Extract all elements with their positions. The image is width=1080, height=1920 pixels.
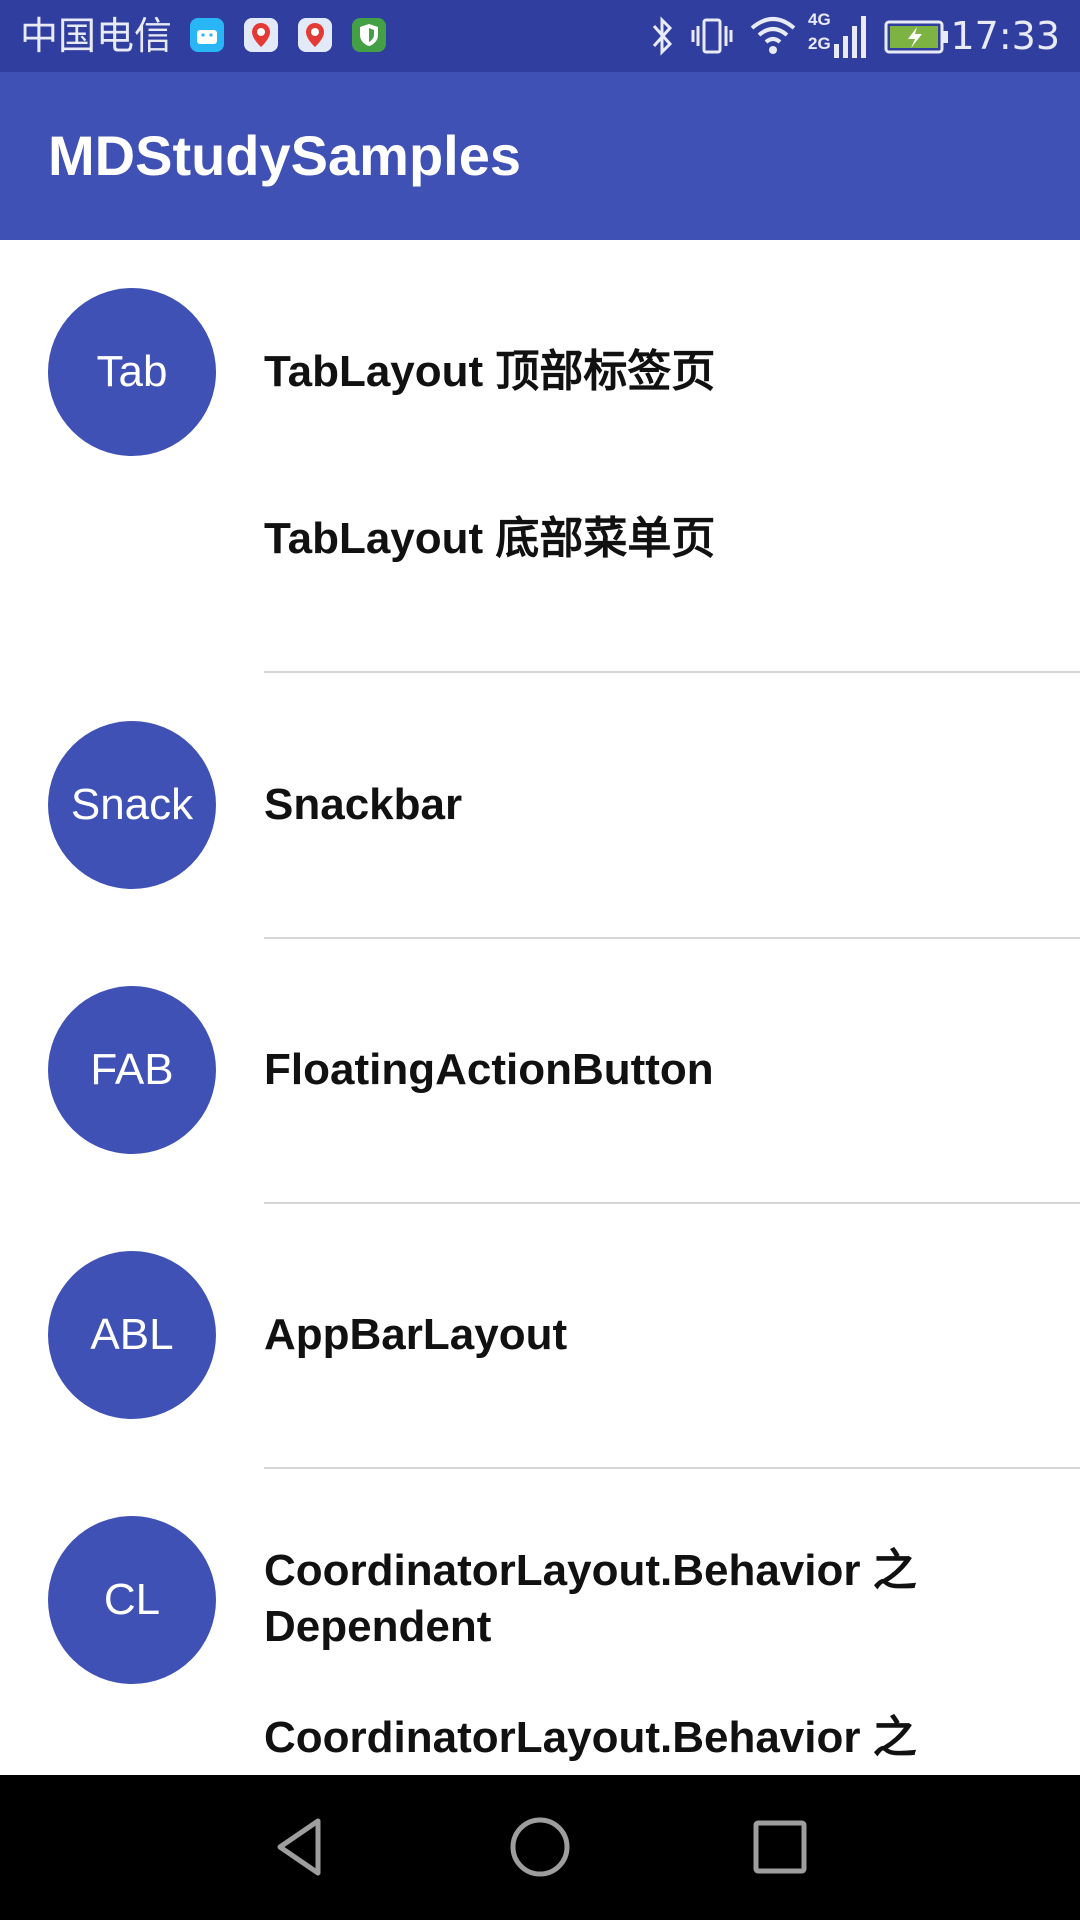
android-app-icon [190,18,224,52]
list-divider [264,671,1080,673]
avatar-snack: Snack [48,721,216,889]
list-item-behavior-dependent[interactable]: CoordinatorLayout.Behavior 之 Dependent [264,1543,1024,1655]
avatar-cl: CL [48,1516,216,1684]
avatar-tab: Tab [48,288,216,456]
du-map-icon [298,18,332,52]
signal-icon: 4G 2G [808,10,868,62]
carrier-label: 中国电信 [20,14,173,58]
list-item-appbarlayout[interactable]: AppBarLayout [264,1307,1024,1363]
list-divider [264,1202,1080,1204]
navigation-bar [0,1775,1080,1920]
home-icon[interactable] [500,1807,580,1887]
clock-time: 17:33 [950,14,1060,58]
recents-icon[interactable] [740,1807,820,1887]
list-item-tablayout-top[interactable]: TabLayout 顶部标签页 [264,344,1024,400]
list-item-floatingactionbutton[interactable]: FloatingActionButton [264,1042,1024,1098]
bluetooth-icon [652,16,673,56]
du-map-icon [244,18,278,52]
samples-list[interactable]: Tab TabLayout 顶部标签页 TabLayout 底部菜单页 Snac… [0,240,1080,1775]
battery-charging-icon [884,20,948,54]
list-divider [264,937,1080,939]
shield-app-icon [352,18,386,52]
list-item-tablayout-bottom[interactable]: TabLayout 底部菜单页 [264,511,1024,567]
vibrate-icon [691,18,733,54]
avatar-fab: FAB [48,986,216,1154]
network-label-2g: 2G [808,34,831,53]
status-bar: 中国电信 4G 2G 17:33 [0,0,1080,72]
list-item-behavior-partial[interactable]: CoordinatorLayout.Behavior 之 [264,1710,1024,1766]
avatar-abl: ABL [48,1251,216,1419]
list-divider [264,1467,1080,1469]
network-label-4g: 4G [808,10,831,29]
app-title: MDStudySamples [48,124,521,187]
app-bar: MDStudySamples [0,72,1080,240]
back-icon[interactable] [260,1807,340,1887]
list-item-snackbar[interactable]: Snackbar [264,777,1024,833]
wifi-icon [750,17,796,54]
